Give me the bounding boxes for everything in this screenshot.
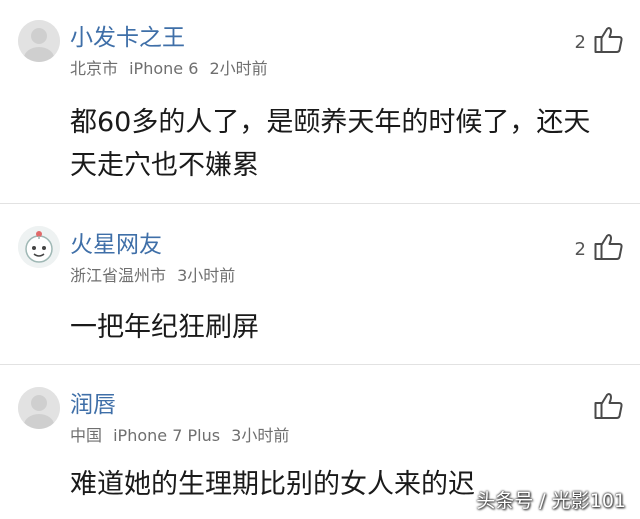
timestamp: 3小时前 <box>231 426 290 445</box>
username[interactable]: 小发卡之王 <box>70 27 185 50</box>
comment-meta: 中国 iPhone 7 Plus 3小时前 <box>70 428 295 444</box>
like-button[interactable]: 2 <box>575 233 624 261</box>
timestamp: 2小时前 <box>209 59 268 78</box>
like-count: 2 <box>574 239 586 260</box>
comment-text: 都60多的人了，是颐养天年的时候了，还天天走穴也不嫌累 <box>70 107 591 181</box>
avatar[interactable] <box>18 20 60 62</box>
thumbs-up-icon[interactable] <box>594 392 624 420</box>
comment-item: 小发卡之王 北京市 iPhone 6 2小时前 都60多的人了，是颐养天年的时候… <box>0 0 640 203</box>
thumbs-up-icon[interactable] <box>594 26 624 54</box>
location: 北京市 <box>70 59 119 78</box>
comment-meta: 北京市 iPhone 6 2小时前 <box>70 61 274 77</box>
username[interactable]: 润唇 <box>70 394 116 417</box>
like-button[interactable] <box>586 392 624 420</box>
watermark: 头条号 / 光影101 <box>476 490 626 512</box>
timestamp: 3小时前 <box>177 266 236 285</box>
avatar[interactable] <box>18 226 60 268</box>
device: iPhone 6 <box>129 59 199 78</box>
username[interactable]: 火星网友 <box>70 234 162 257</box>
location: 浙江省温州市 <box>70 266 167 285</box>
default-avatar-icon <box>18 20 60 62</box>
like-count: 2 <box>574 32 586 53</box>
mascot-avatar-icon <box>18 226 60 268</box>
default-avatar-icon <box>18 387 60 429</box>
location: 中国 <box>70 426 103 445</box>
comment-text: 一把年纪狂刷屏 <box>70 312 259 343</box>
comment-item: 火星网友 浙江省温州市 3小时前 一把年纪狂刷屏 2 <box>0 204 640 364</box>
avatar[interactable] <box>18 387 60 429</box>
comment-meta: 浙江省温州市 3小时前 <box>70 268 241 284</box>
thumbs-up-icon[interactable] <box>594 233 624 261</box>
device: iPhone 7 Plus <box>113 426 221 445</box>
like-button[interactable]: 2 <box>575 26 624 54</box>
